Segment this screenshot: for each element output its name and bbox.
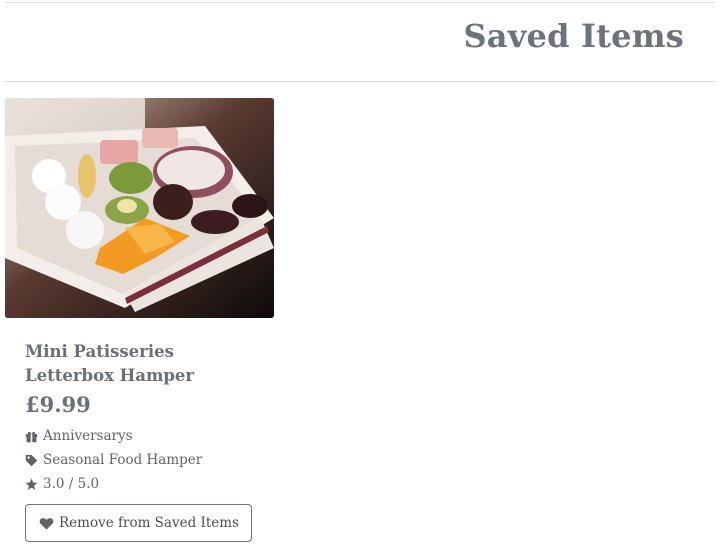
heart-icon xyxy=(39,516,54,531)
page-header: Saved Items xyxy=(0,3,720,81)
category-row: Seasonal Food Hamper xyxy=(25,448,274,472)
category-label: Seasonal Food Hamper xyxy=(43,452,203,468)
remove-button-label: Remove from Saved Items xyxy=(59,515,239,531)
remove-from-saved-button[interactable]: Remove from Saved Items xyxy=(25,504,252,542)
header-divider xyxy=(5,81,715,82)
product-title[interactable]: Mini Patisseries Letterbox Hamper xyxy=(25,340,255,388)
rating-value: 3.0 / 5.0 xyxy=(43,476,100,492)
card-body: Mini Patisseries Letterbox Hamper £9.99 … xyxy=(5,318,274,542)
gift-icon xyxy=(25,430,38,443)
star-icon xyxy=(25,478,38,491)
rating-row: 3.0 / 5.0 xyxy=(25,472,274,496)
tag-icon xyxy=(25,454,38,467)
product-price: £9.99 xyxy=(25,392,91,417)
saved-items-page: Saved Items Mini Patisseries Letterbox H… xyxy=(0,0,720,544)
occasion-label: Anniversarys xyxy=(43,428,133,444)
product-image[interactable] xyxy=(5,98,274,318)
saved-item-card: Mini Patisseries Letterbox Hamper £9.99 … xyxy=(5,98,274,542)
page-title: Saved Items xyxy=(463,17,684,55)
occasion-row: Anniversarys xyxy=(25,424,274,448)
